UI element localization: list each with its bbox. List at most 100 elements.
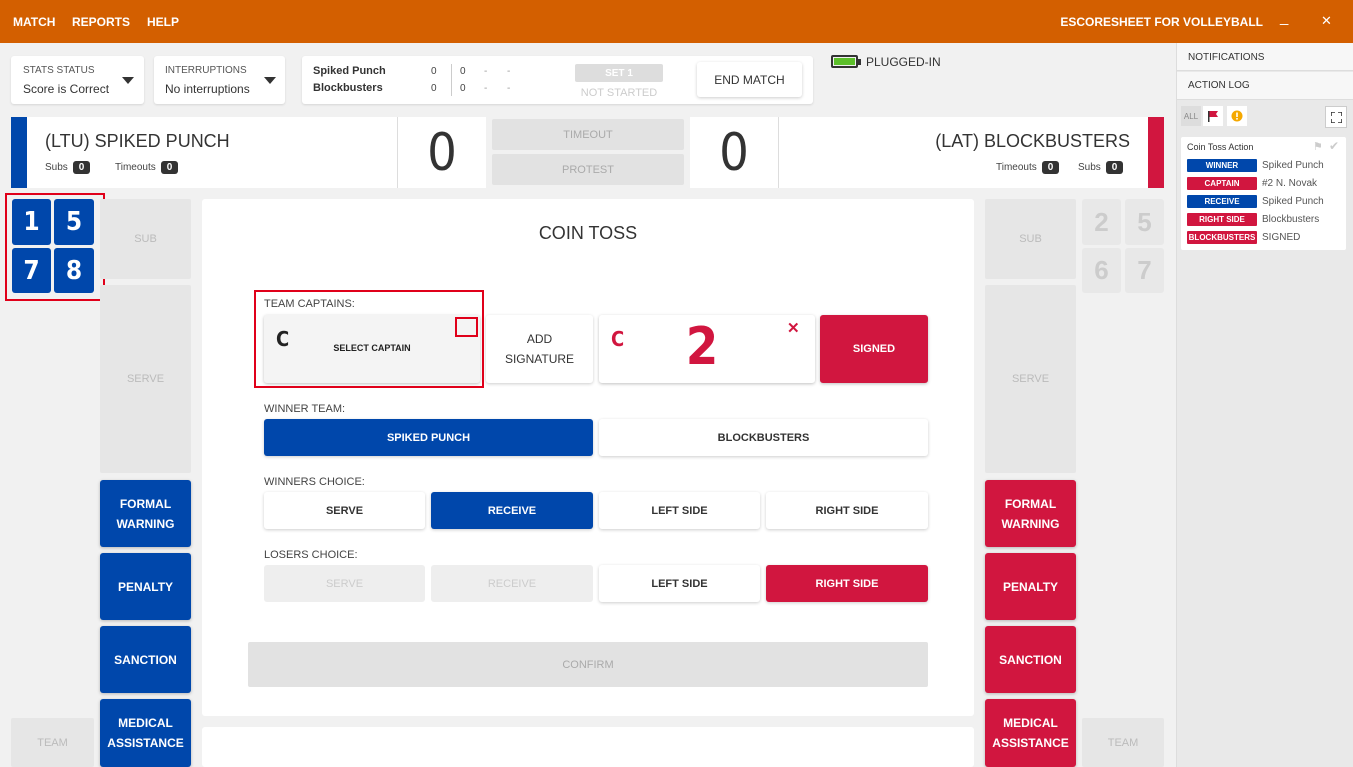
- timeouts-label: Timeouts: [996, 162, 1037, 173]
- home-penalty-button[interactable]: PENALTY: [100, 553, 191, 620]
- menu-match[interactable]: MATCH: [13, 15, 55, 29]
- warning-icon: [1231, 110, 1243, 122]
- filter-all-button[interactable]: ALL: [1181, 106, 1201, 126]
- signed-button[interactable]: SIGNED: [820, 315, 928, 383]
- close-button[interactable]: ✕: [1321, 13, 1332, 29]
- log-row: CAPTAIN #2 N. Novak: [1187, 177, 1324, 190]
- end-match-button[interactable]: END MATCH: [697, 62, 802, 97]
- expand-button[interactable]: [1325, 106, 1347, 128]
- expand-icon: [1330, 111, 1342, 123]
- winner-team-label: WINNER TEAM:: [264, 403, 346, 415]
- timeouts-label: Timeouts: [115, 162, 156, 173]
- home-formal-warning-button[interactable]: FORMAL WARNING: [100, 480, 191, 547]
- log-value: Spiked Punch: [1262, 160, 1324, 171]
- score-row-team: Blockbusters: [313, 82, 383, 94]
- home-medical-button[interactable]: MEDICAL ASSISTANCE: [100, 699, 191, 767]
- losers-right-side-button[interactable]: RIGHT SIDE: [766, 565, 928, 602]
- away-player-2[interactable]: 2: [1082, 199, 1121, 245]
- log-row: RECEIVE Spiked Punch: [1187, 195, 1324, 208]
- confirm-button[interactable]: CONFIRM: [248, 642, 928, 687]
- home-subs: Subs 0: [45, 161, 91, 174]
- home-team-name: (LTU) SPIKED PUNCH: [45, 131, 230, 151]
- losers-choice-label: LOSERS CHOICE:: [264, 549, 358, 561]
- log-tag: WINNER: [1187, 159, 1257, 172]
- away-penalty-button[interactable]: PENALTY: [985, 553, 1076, 620]
- score-row-sets: 0: [431, 83, 437, 94]
- flag-filter-button[interactable]: [1203, 106, 1223, 126]
- away-player-5[interactable]: 5: [1125, 199, 1164, 245]
- log-tag: RECEIVE: [1187, 195, 1257, 208]
- close-icon[interactable]: ✕: [787, 319, 800, 337]
- score-row-points: 0: [460, 66, 466, 77]
- winner-blockbusters-button[interactable]: BLOCKBUSTERS: [599, 419, 928, 456]
- app-title: ESCORESHEET FOR VOLLEYBALL: [1060, 15, 1263, 29]
- losers-left-side-button[interactable]: LEFT SIDE: [599, 565, 760, 602]
- stats-status-dropdown[interactable]: STATS STATUS Score is Correct: [11, 56, 144, 104]
- away-captain-number: 2: [685, 317, 719, 377]
- winner-spiked-punch-button[interactable]: SPIKED PUNCH: [264, 419, 593, 456]
- away-sub-button[interactable]: SUB: [985, 199, 1076, 279]
- away-player-6[interactable]: 6: [1082, 248, 1121, 293]
- score-row-dash: -: [484, 66, 488, 77]
- home-sub-button[interactable]: SUB: [100, 199, 191, 279]
- timeout-button[interactable]: TIMEOUT: [492, 119, 684, 150]
- away-formal-warning-button[interactable]: FORMAL WARNING: [985, 480, 1076, 547]
- timeouts-count: 0: [160, 161, 179, 174]
- score-row-dash: -: [507, 83, 511, 94]
- highlight-box: [455, 317, 478, 337]
- log-value: SIGNED: [1262, 232, 1301, 243]
- interruptions-dropdown[interactable]: INTERRUPTIONS No interruptions: [154, 56, 285, 104]
- log-value: Blockbusters: [1262, 214, 1320, 225]
- winners-serve-button[interactable]: SERVE: [264, 492, 425, 529]
- away-team-button[interactable]: TEAM: [1082, 718, 1164, 767]
- home-sanction-button[interactable]: SANCTION: [100, 626, 191, 693]
- log-tag: CAPTAIN: [1187, 177, 1257, 190]
- divider: [778, 117, 779, 188]
- mini-scoreboard: Spiked Punch 0 0 - - Blockbusters 0 0 - …: [302, 56, 813, 104]
- home-team-button[interactable]: TEAM: [11, 718, 94, 767]
- set-status: NOT STARTED: [580, 87, 658, 99]
- check-icon[interactable]: ✔: [1329, 139, 1339, 153]
- action-log-tab[interactable]: ACTION LOG: [1177, 72, 1353, 100]
- top-bar: MATCH REPORTS HELP ESCORESHEET FOR VOLLE…: [0, 0, 1353, 43]
- away-team-panel: 0 (LAT) BLOCKBUSTERS Timeouts 0 Subs 0: [690, 117, 1164, 188]
- minimize-button[interactable]: _: [1280, 9, 1288, 26]
- log-row: WINNER Spiked Punch: [1187, 159, 1324, 172]
- losers-serve-button[interactable]: SERVE: [264, 565, 425, 602]
- interruptions-label: INTERRUPTIONS: [165, 65, 247, 76]
- losers-receive-button[interactable]: RECEIVE: [431, 565, 593, 602]
- home-timeouts: Timeouts 0: [115, 161, 179, 174]
- away-subs: Subs 0: [1078, 161, 1124, 174]
- log-tag: RIGHT SIDE: [1187, 213, 1257, 226]
- away-captain-card[interactable]: C 2 ✕: [599, 315, 815, 383]
- set-badge: SET 1: [575, 64, 663, 82]
- highlight-box: [5, 193, 105, 301]
- subs-label: Subs: [1078, 162, 1101, 173]
- log-title: Coin Toss Action: [1187, 142, 1254, 152]
- away-timeouts: Timeouts 0: [996, 161, 1060, 174]
- score-row-team: Spiked Punch: [313, 65, 386, 77]
- log-value: Spiked Punch: [1262, 196, 1324, 207]
- winners-left-side-button[interactable]: LEFT SIDE: [599, 492, 760, 529]
- add-signature-button[interactable]: ADD SIGNATURE: [486, 315, 593, 383]
- notifications-tab[interactable]: NOTIFICATIONS: [1177, 43, 1353, 71]
- warning-filter-button[interactable]: [1227, 106, 1247, 126]
- away-medical-button[interactable]: MEDICAL ASSISTANCE: [985, 699, 1076, 767]
- chevron-down-icon: [264, 77, 276, 84]
- home-score: 0: [427, 122, 457, 183]
- log-row: RIGHT SIDE Blockbusters: [1187, 213, 1324, 226]
- away-color-bar: [1148, 117, 1164, 188]
- menu-help[interactable]: HELP: [147, 15, 179, 29]
- menu-reports[interactable]: REPORTS: [72, 15, 130, 29]
- away-player-7[interactable]: 7: [1125, 248, 1164, 293]
- score-row-dash: -: [507, 66, 511, 77]
- timeouts-count: 0: [1041, 161, 1060, 174]
- subs-count: 0: [72, 161, 91, 174]
- winners-receive-button[interactable]: RECEIVE: [431, 492, 593, 529]
- flag-icon[interactable]: ⚑: [1313, 140, 1323, 153]
- away-serve-button[interactable]: SERVE: [985, 285, 1076, 473]
- away-sanction-button[interactable]: SANCTION: [985, 626, 1076, 693]
- home-serve-button[interactable]: SERVE: [100, 285, 191, 473]
- protest-button[interactable]: PROTEST: [492, 154, 684, 185]
- winners-right-side-button[interactable]: RIGHT SIDE: [766, 492, 928, 529]
